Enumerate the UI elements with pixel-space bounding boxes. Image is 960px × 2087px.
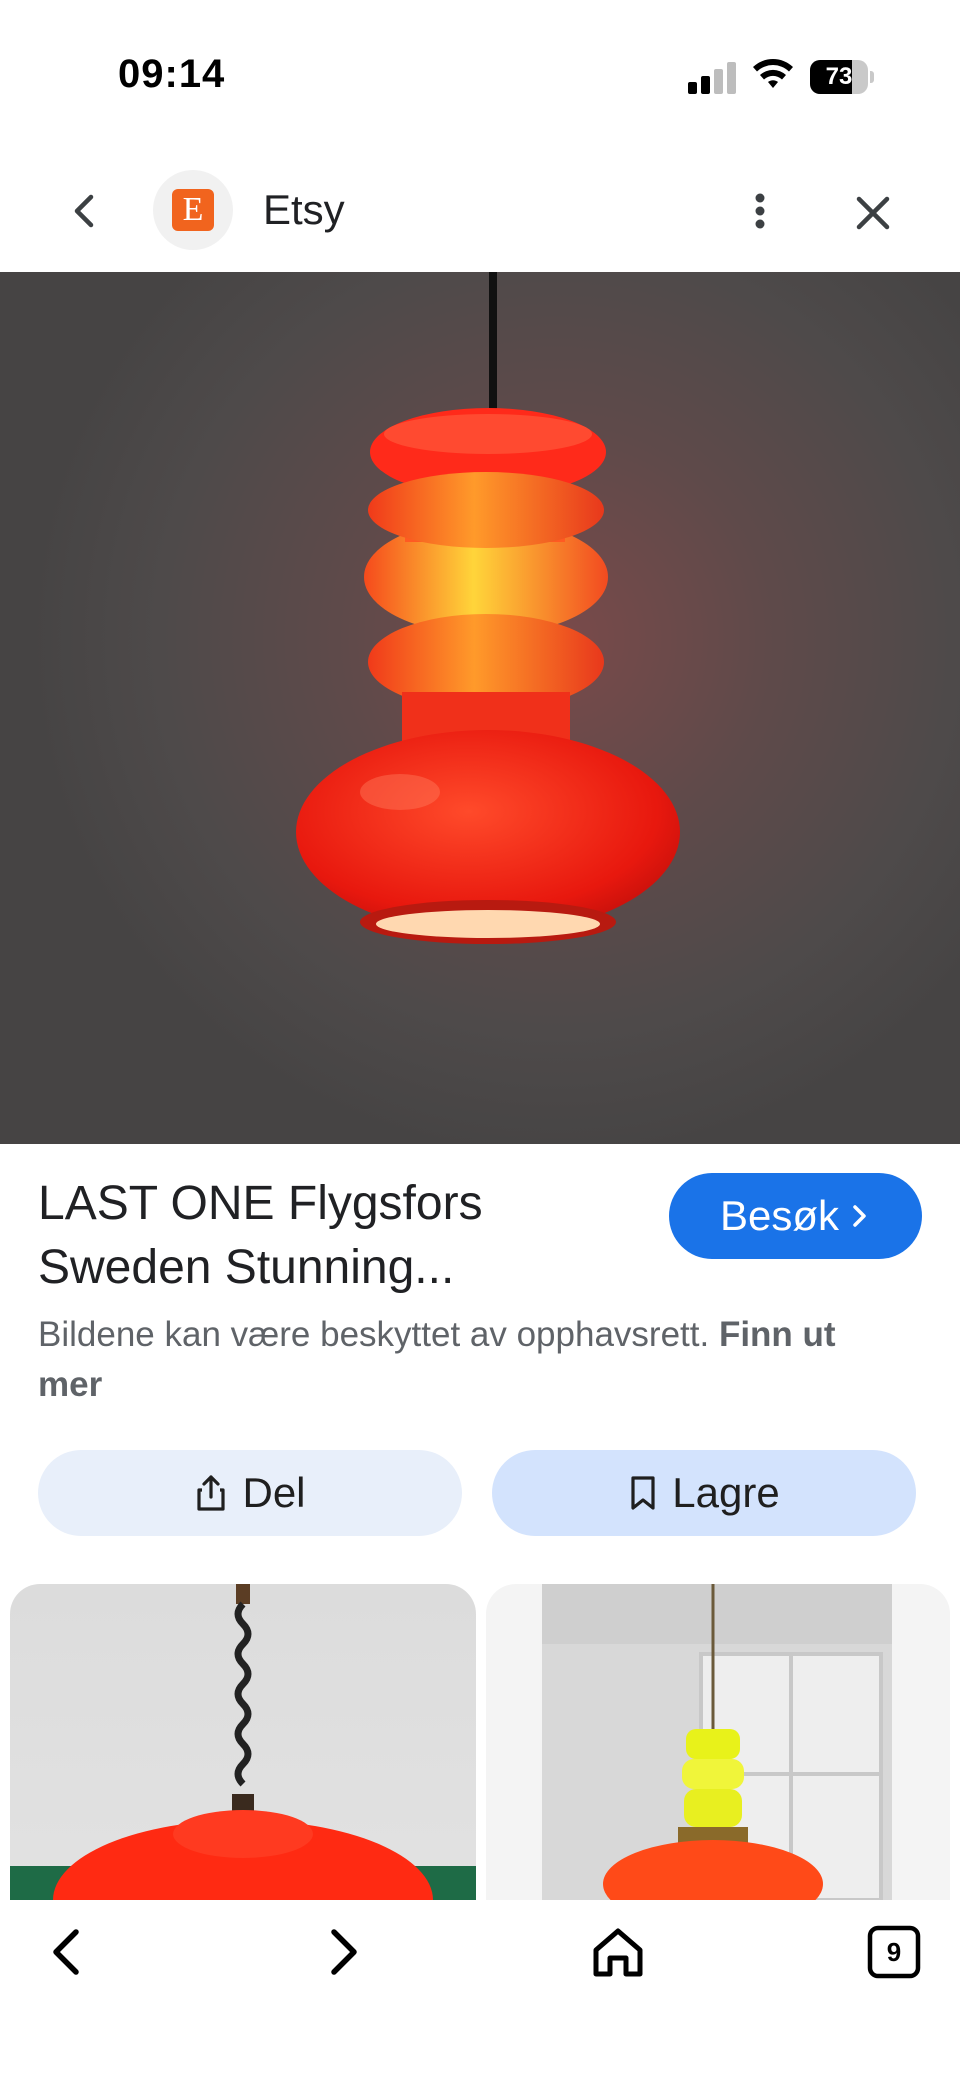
result-title-line-2: Sweden Stunning... bbox=[38, 1241, 455, 1294]
chevron-right-icon bbox=[853, 1205, 866, 1227]
status-bar: 09:14 73 bbox=[0, 0, 960, 150]
close-icon[interactable] bbox=[848, 188, 898, 238]
visit-button-label: Besøk bbox=[719, 1192, 840, 1239]
save-button[interactable]: Lagre bbox=[492, 1450, 916, 1536]
tabs-count: 9 bbox=[886, 1937, 902, 1967]
back-arrow-icon[interactable] bbox=[60, 186, 110, 236]
related-image-2[interactable] bbox=[486, 1584, 950, 1900]
result-title[interactable]: LAST ONE Flygsfors Sweden Stunning... bbox=[38, 1172, 638, 1300]
lens-header: E Etsy bbox=[0, 150, 960, 272]
related-lamp-image-1 bbox=[10, 1584, 476, 1900]
back-icon[interactable] bbox=[36, 1920, 100, 1984]
browser-bottom-nav: 9 bbox=[0, 1900, 960, 2087]
product-image[interactable] bbox=[0, 272, 960, 1144]
site-favicon: E bbox=[153, 170, 233, 250]
battery-level: 73 bbox=[825, 63, 853, 90]
cellular-signal-icon bbox=[688, 62, 736, 94]
share-button-label: Del bbox=[242, 1469, 306, 1516]
related-lamp-image-2 bbox=[542, 1584, 892, 1900]
copyright-text: Bildene kan være beskyttet av opphavsret… bbox=[38, 1315, 719, 1354]
status-time: 09:14 bbox=[118, 52, 226, 96]
wifi-icon bbox=[753, 59, 793, 88]
share-button[interactable]: Del bbox=[38, 1450, 462, 1536]
tabs-button[interactable]: 9 bbox=[862, 1920, 926, 1984]
forward-icon[interactable] bbox=[310, 1920, 374, 1984]
result-title-line-1: LAST ONE Flygsfors bbox=[38, 1177, 483, 1230]
etsy-logo: E bbox=[172, 189, 214, 231]
visit-button[interactable]: Besøk bbox=[669, 1173, 922, 1259]
site-name[interactable]: Etsy bbox=[263, 186, 345, 234]
more-vertical-icon[interactable] bbox=[740, 186, 780, 236]
share-icon bbox=[197, 1475, 226, 1511]
home-icon[interactable] bbox=[586, 1920, 650, 1984]
copyright-notice: Bildene kan være beskyttet av opphavsret… bbox=[38, 1310, 898, 1410]
save-button-label: Lagre bbox=[672, 1469, 780, 1516]
related-image-1[interactable] bbox=[10, 1584, 476, 1900]
pendant-lamp-illustration bbox=[296, 272, 680, 944]
battery-icon: 73 bbox=[810, 60, 874, 94]
bookmark-icon bbox=[631, 1476, 655, 1510]
